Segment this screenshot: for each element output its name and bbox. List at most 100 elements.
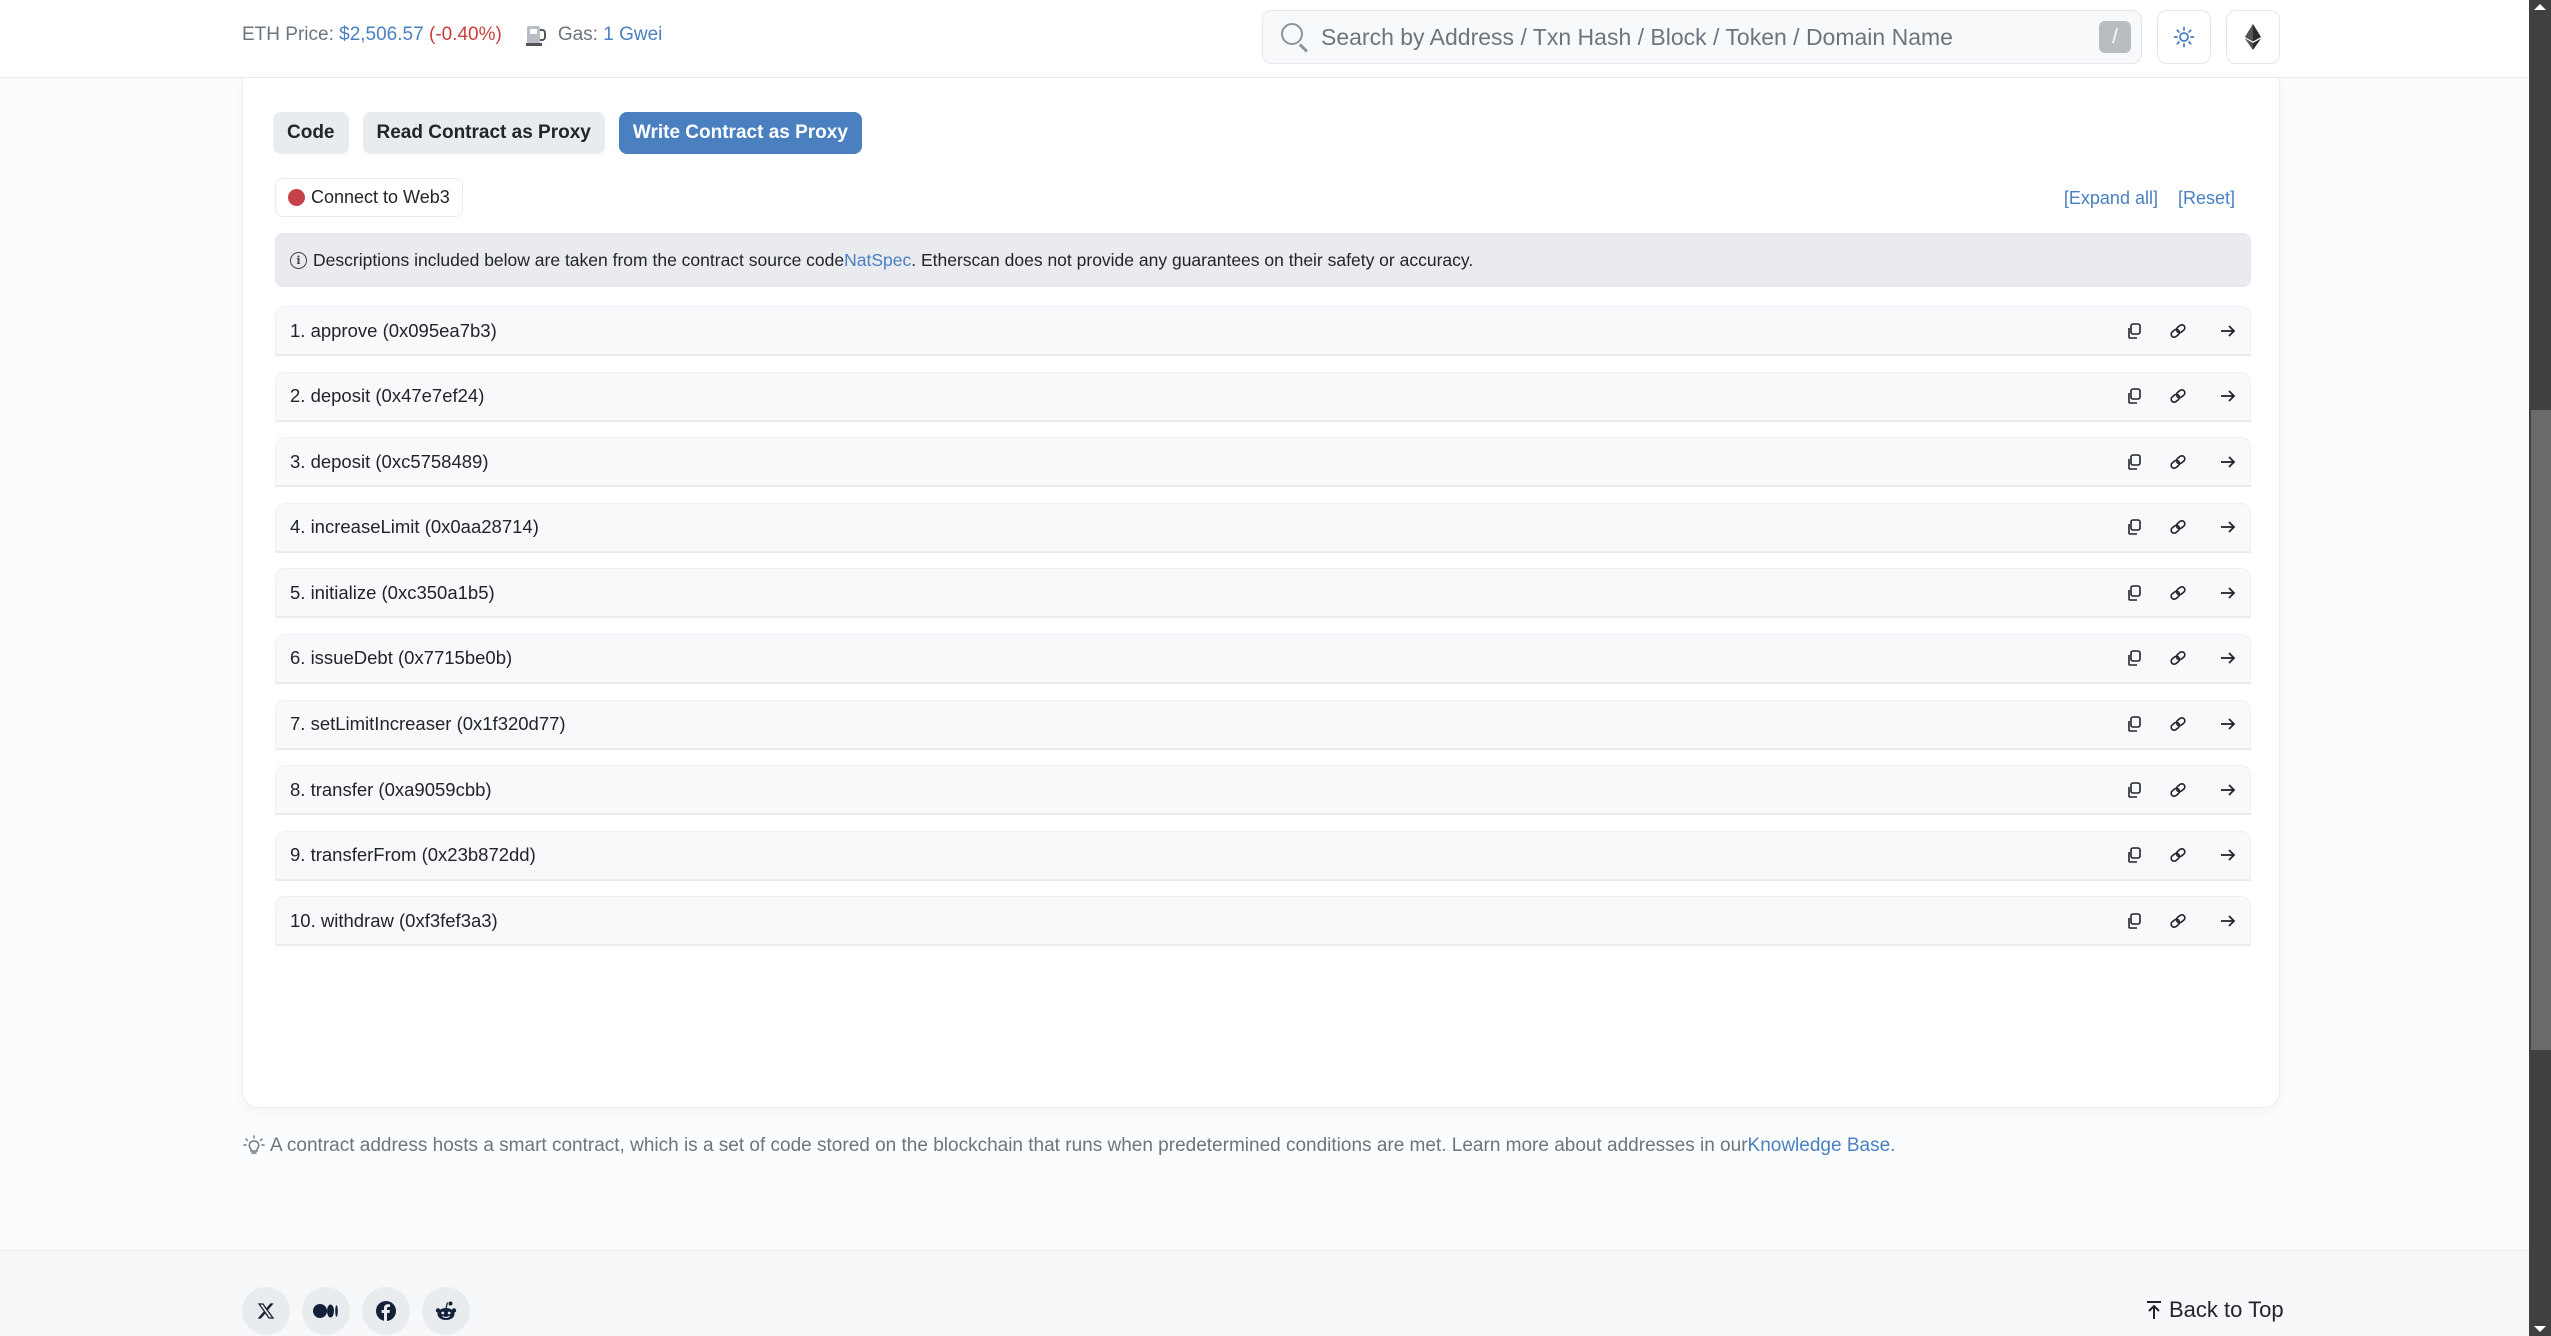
arrow-right-icon[interactable] [2216,778,2240,802]
function-row[interactable]: 3. deposit (0xc5758489) [275,437,2251,488]
natspec-link[interactable]: NatSpec [844,250,911,271]
arrow-right-icon[interactable] [2216,909,2240,933]
note-text: A contract address hosts a smart contrac… [270,1135,1748,1156]
expand-all-link[interactable]: [Expand all] [2064,188,2158,209]
search-bar: / [1262,10,2142,64]
reddit-icon [435,1301,457,1320]
link-icon[interactable] [2166,909,2190,933]
scroll-up-arrow[interactable] [2534,4,2546,10]
function-row[interactable]: 9. transferFrom (0x23b872dd) [275,830,2251,881]
function-row[interactable]: 7. setLimitIncreaser (0x1f320d77) [275,699,2251,750]
function-row[interactable]: 10. withdraw (0xf3fef3a3) [275,896,2251,947]
search-input[interactable] [1321,11,2099,63]
contract-tabs: Code Read Contract as Proxy Write Contra… [273,112,862,154]
x-twitter-link[interactable] [242,1287,290,1335]
tab-read-contract-as-proxy[interactable]: Read Contract as Proxy [362,112,605,154]
info-text-after: . Etherscan does not provide any guarant… [911,249,1474,270]
link-icon[interactable] [2166,581,2190,605]
connect-web3-label: Connect to Web3 [311,187,450,207]
tab-write-contract-as-proxy[interactable]: Write Contract as Proxy [618,112,862,154]
eth-price-change: (-0.40%) [428,24,502,45]
ethereum-icon [2245,24,2261,50]
natspec-info-banner: i Descriptions included below are taken … [275,233,2251,287]
function-actions [2122,832,2240,879]
function-row[interactable]: 4. increaseLimit (0x0aa28714) [275,502,2251,553]
back-to-top-button[interactable]: Back to Top [2145,1297,2284,1323]
function-row[interactable]: 1. approve (0x095ea7b3) [275,306,2251,356]
copy-icon[interactable] [2122,712,2146,736]
eth-price-value[interactable]: $2,506.57 [339,24,424,46]
function-actions [2122,504,2240,551]
function-name: 9. transferFrom (0x23b872dd) [290,844,536,866]
function-list: 1. approve (0x095ea7b3) 2. deposit (0x47e… [275,306,2251,962]
link-icon[interactable] [2166,646,2190,670]
connection-status-icon [288,189,305,206]
x-icon [257,1303,275,1319]
link-icon[interactable] [2166,712,2190,736]
copy-icon[interactable] [2122,843,2146,867]
function-row[interactable]: 6. issueDebt (0x7715be0b) [275,633,2251,684]
arrow-right-icon[interactable] [2216,515,2240,539]
function-name: 7. setLimitIncreaser (0x1f320d77) [290,713,566,735]
function-actions [2122,438,2240,485]
info-icon: i [290,251,307,269]
copy-icon[interactable] [2122,909,2146,933]
arrow-right-icon[interactable] [2216,843,2240,867]
arrow-right-icon[interactable] [2216,712,2240,736]
knowledge-base-link[interactable]: Knowledge Base [1748,1135,1891,1157]
link-icon[interactable] [2166,515,2190,539]
function-name: 8. transfer (0xa9059cbb) [290,778,492,800]
copy-icon[interactable] [2122,450,2146,474]
sun-icon [2173,26,2195,48]
tab-code[interactable]: Code [273,112,349,154]
function-row[interactable]: 2. deposit (0x47e7ef24) [275,371,2251,422]
note-suffix: . [1890,1135,1896,1156]
reset-link[interactable]: [Reset] [2178,188,2235,209]
function-name: 2. deposit (0x47e7ef24) [290,385,485,407]
eth-price-label: ETH Price: [242,24,334,45]
arrow-right-icon[interactable] [2216,384,2240,408]
search-icon [1279,21,1311,53]
function-name: 5. initialize (0xc350a1b5) [290,581,495,603]
function-controls: [Expand all] [Reset] [2064,188,2235,209]
scrollbar-thumb[interactable] [2531,410,2551,1050]
medium-link[interactable] [302,1287,350,1335]
facebook-icon [376,1301,396,1321]
link-icon[interactable] [2166,450,2190,474]
copy-icon[interactable] [2122,384,2146,408]
function-actions [2122,569,2240,616]
function-row[interactable]: 5. initialize (0xc350a1b5) [275,568,2251,619]
info-text-before: Descriptions included below are taken fr… [313,249,845,270]
facebook-link[interactable] [362,1287,410,1335]
function-row[interactable]: 8. transfer (0xa9059cbb) [275,765,2251,816]
link-icon[interactable] [2166,778,2190,802]
copy-icon[interactable] [2122,646,2146,670]
copy-icon[interactable] [2122,778,2146,802]
copy-icon[interactable] [2122,515,2146,539]
copy-icon[interactable] [2122,319,2146,343]
link-icon[interactable] [2166,384,2190,408]
page-scrollbar[interactable] [2529,0,2551,1336]
gas-value[interactable]: 1 Gwei [603,24,662,46]
price-bar: ETH Price: $2,506.57 (-0.40%) Gas: 1 Gwe… [242,24,662,46]
copy-icon[interactable] [2122,581,2146,605]
link-icon[interactable] [2166,319,2190,343]
link-icon[interactable] [2166,843,2190,867]
back-to-top-label: Back to Top [2169,1297,2284,1322]
theme-toggle-button[interactable] [2157,10,2211,64]
arrow-right-icon[interactable] [2216,319,2240,343]
network-button[interactable] [2226,10,2280,64]
arrow-right-icon[interactable] [2216,646,2240,670]
gas-pump-icon [525,24,548,46]
function-name: 6. issueDebt (0x7715be0b) [290,647,513,669]
medium-icon [313,1304,338,1318]
arrow-right-icon[interactable] [2216,450,2240,474]
function-name: 1. approve (0x095ea7b3) [290,319,497,341]
connect-web3-button[interactable]: Connect to Web3 [275,178,463,217]
scroll-down-arrow[interactable] [2534,1326,2546,1332]
function-actions [2122,307,2240,354]
arrow-right-icon[interactable] [2216,581,2240,605]
reddit-link[interactable] [422,1287,470,1335]
contract-address-note: A contract address hosts a smart contrac… [242,1134,1895,1158]
function-name: 4. increaseLimit (0x0aa28714) [290,516,539,538]
